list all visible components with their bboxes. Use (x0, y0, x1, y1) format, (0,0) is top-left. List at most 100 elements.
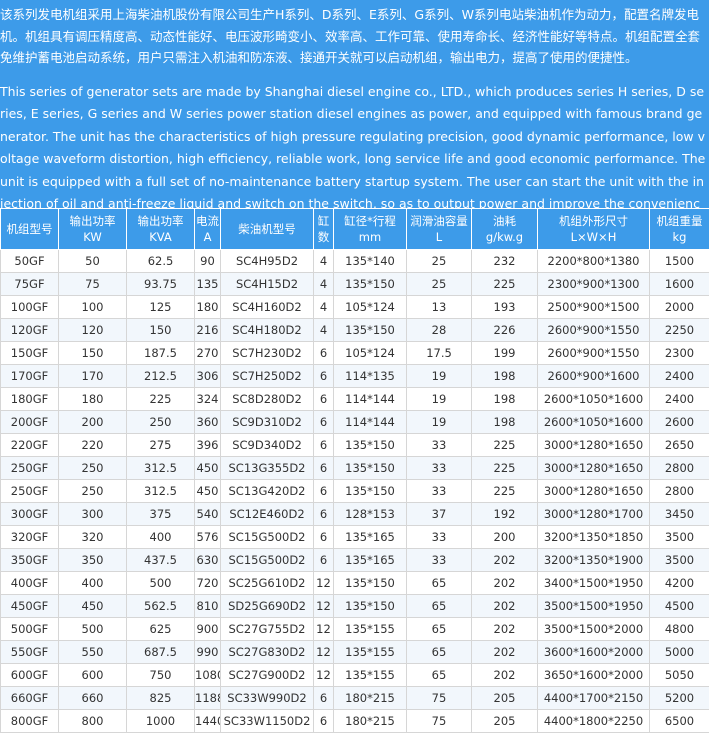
table-cell: 225 (471, 456, 538, 480)
table-cell: 220 (58, 433, 127, 457)
table-cell: 250 (58, 456, 127, 480)
table-row: 250GF 250 312.5 450 SC13G420D2 6 135*150 33 225 3… (0, 479, 709, 503)
column-header-label: 输出功率 (137, 214, 184, 228)
table-cell: 212.5 (126, 364, 195, 388)
table-cell: 90 (194, 249, 221, 273)
table-row: 200GF 200 250 360 SC9D310D2 6 114*144 19 198 2600… (0, 410, 709, 434)
table-cell: 500 (126, 571, 195, 595)
generator-spec-table: 机组型号 输出功率 KW 输出功率 KVA 电流 A 柴油机型号 缸数缸径*行程 mm 润滑油容量 L… (0, 208, 709, 733)
table-cell: 25 (406, 272, 472, 296)
table-cell: 170 (58, 364, 127, 388)
table-cell: 33 (406, 479, 472, 503)
column-header-label: 缸径*行程 (344, 214, 396, 228)
table-cell: 500 (58, 617, 127, 641)
column-header: 缸数 (313, 208, 334, 250)
table-cell: 13 (406, 295, 472, 319)
table-cell: SC15G500D2 (220, 525, 314, 549)
table-cell: 2600*1050*1600 (537, 410, 650, 434)
table-cell: SC33W1150D2 (220, 709, 314, 733)
table-cell: 180*215 (333, 686, 407, 710)
intro-english-text: This series of generator sets are made b… (0, 83, 706, 209)
table-cell: 1080 (194, 663, 221, 687)
table-cell: 6 (313, 502, 334, 526)
table-cell: SC12E460D2 (220, 502, 314, 526)
table-cell: 202 (471, 663, 538, 687)
table-cell: 2800 (649, 479, 709, 503)
table-cell: 198 (471, 410, 538, 434)
intro-banner: 该系列发电机组采用上海柴油机股份有限公司生产H系列、D系列、E系列、G系列、W系… (0, 0, 709, 208)
table-cell: 540 (194, 502, 221, 526)
column-header: 缸径*行程 mm (333, 208, 407, 250)
table-cell: 1188 (194, 686, 221, 710)
table-cell: 312.5 (126, 456, 195, 480)
table-cell: 2600 (649, 410, 709, 434)
table-cell: 375 (126, 502, 195, 526)
table-row: 150GF 150 187.5 270 SC7H230D2 6 105*124 17.5 199… (0, 341, 709, 365)
column-header: 机组外形尺寸 L×W×H (537, 208, 650, 250)
table-cell: 4400*1800*2250 (537, 709, 650, 733)
table-cell: 180 (58, 387, 127, 411)
table-cell: 2650 (649, 433, 709, 457)
table-cell: 135*150 (333, 272, 407, 296)
table-cell: 660 (58, 686, 127, 710)
table-row: 800GF80010001440SC33W1150D26180*21575205… (0, 709, 709, 733)
table-cell: 320 (58, 525, 127, 549)
table-cell: 232 (471, 249, 538, 273)
column-header: 输出功率 KVA (126, 208, 195, 250)
table-cell: 100 (58, 295, 127, 319)
table-cell: 450 (194, 456, 221, 480)
table-cell: SC27G755D2 (220, 617, 314, 641)
column-header-unit: g/kw.g (485, 230, 524, 244)
column-header-unit: L×W×H (570, 230, 617, 244)
table-cell: 450GF (0, 594, 59, 618)
table-cell: 450 (58, 594, 127, 618)
column-header: 机组型号 (0, 208, 59, 250)
table-cell: 135*150 (333, 456, 407, 480)
table-cell: 250GF (0, 456, 59, 480)
table-header-row: 机组型号 输出功率 KW 输出功率 KVA 电流 A 柴油机型号 缸数缸径*行程 mm 润滑油容量 L… (0, 208, 709, 250)
table-cell: 300GF (0, 502, 59, 526)
table-cell: 12 (313, 640, 334, 664)
table-cell: 135*150 (333, 318, 407, 342)
table-cell: 135*150 (333, 433, 407, 457)
table-cell: 180 (194, 295, 221, 319)
table-cell: 630 (194, 548, 221, 572)
column-header: 输出功率 KW (58, 208, 127, 250)
table-cell: 202 (471, 594, 538, 618)
table-cell: SC33W990D2 (220, 686, 314, 710)
table-cell: 4500 (649, 594, 709, 618)
table-cell: 3500 (649, 525, 709, 549)
table-cell: 660GF (0, 686, 59, 710)
table-cell: 250 (58, 479, 127, 503)
table-cell: 135*155 (333, 663, 407, 687)
table-cell: 150GF (0, 341, 59, 365)
table-cell: 2300*900*1300 (537, 272, 650, 296)
table-cell: 3450 (649, 502, 709, 526)
table-cell: 576 (194, 525, 221, 549)
table-cell: 1440 (194, 709, 221, 733)
table-cell: 216 (194, 318, 221, 342)
column-header-unit: 数 (317, 230, 330, 244)
table-cell: SC4H95D2 (220, 249, 314, 273)
table-cell: 75 (406, 709, 472, 733)
table-cell: 6 (313, 433, 334, 457)
column-header-unit: kg (672, 230, 687, 244)
table-row: 350GF 350 437.5 630 SC15G500D2 6 135*165 33 202 3… (0, 548, 709, 572)
table-cell: 1600 (649, 272, 709, 296)
column-header: 油耗 g/kw.g (471, 208, 538, 250)
table-cell: SC27G900D2 (220, 663, 314, 687)
table-cell: 437.5 (126, 548, 195, 572)
column-header-label: 柴油机型号 (238, 222, 296, 236)
table-cell: 120 (58, 318, 127, 342)
table-cell: 65 (406, 617, 472, 641)
table-cell: 625 (126, 617, 195, 641)
table-cell: 12 (313, 617, 334, 641)
table-cell: 900 (194, 617, 221, 641)
intro-chinese-text: 该系列发电机组采用上海柴油机股份有限公司生产H系列、D系列、E系列、G系列、W系… (0, 7, 701, 65)
table-cell: 275 (126, 433, 195, 457)
table-row: 550GF 550 687.5 990 SC27G830D2 12 135*155 65 202… (0, 640, 709, 664)
table-cell: 180GF (0, 387, 59, 411)
table-cell: 2400 (649, 387, 709, 411)
table-cell: 226 (471, 318, 538, 342)
column-header: 润滑油容量 L (406, 208, 472, 250)
